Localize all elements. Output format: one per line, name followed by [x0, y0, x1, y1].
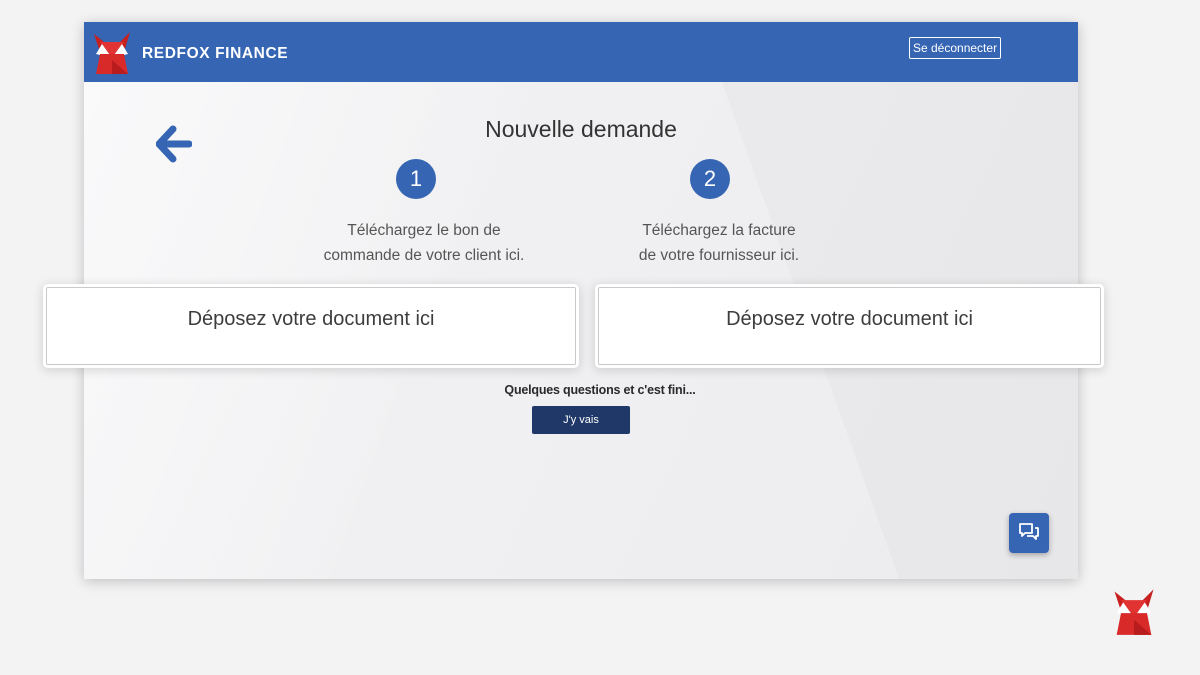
page-title: Nouvelle demande — [485, 116, 677, 142]
dropzone-purchase-order[interactable]: Déposez votre document ici — [46, 287, 576, 365]
step-1-text-line1: Téléchargez le bon de — [347, 222, 501, 239]
dropzone-supplier-invoice[interactable]: Déposez votre document ici — [598, 287, 1101, 365]
step-number-1: 1 — [396, 159, 436, 199]
step-1-text-line2: commande de votre client ici. — [323, 247, 525, 264]
go-button[interactable]: J'y vais — [532, 406, 630, 434]
fox-logo-icon — [1114, 589, 1154, 635]
step-1-instructions: Téléchargez le bon de commande de votre … — [274, 218, 574, 268]
questions-text: Quelques questions et c'est fini... — [504, 383, 696, 397]
fox-logo-icon — [94, 32, 130, 74]
step-number-2: 2 — [690, 159, 730, 199]
chat-icon — [1019, 523, 1039, 540]
chat-button[interactable] — [1009, 513, 1049, 553]
dropzone-label: Déposez votre document ici — [187, 308, 435, 330]
step-2-text-line2: de votre fournisseur ici. — [638, 247, 800, 264]
step-2-instructions: Téléchargez la facture de votre fourniss… — [569, 218, 869, 268]
logout-button[interactable]: Se déconnecter — [909, 37, 1002, 59]
brand-name: REDFOX FINANCE — [142, 45, 289, 62]
step-2-text-line1: Téléchargez la facture — [642, 222, 796, 239]
header-bar: REDFOX FINANCE Se déconnecter — [84, 22, 1078, 82]
dropzone-label: Déposez votre document ici — [726, 308, 973, 330]
